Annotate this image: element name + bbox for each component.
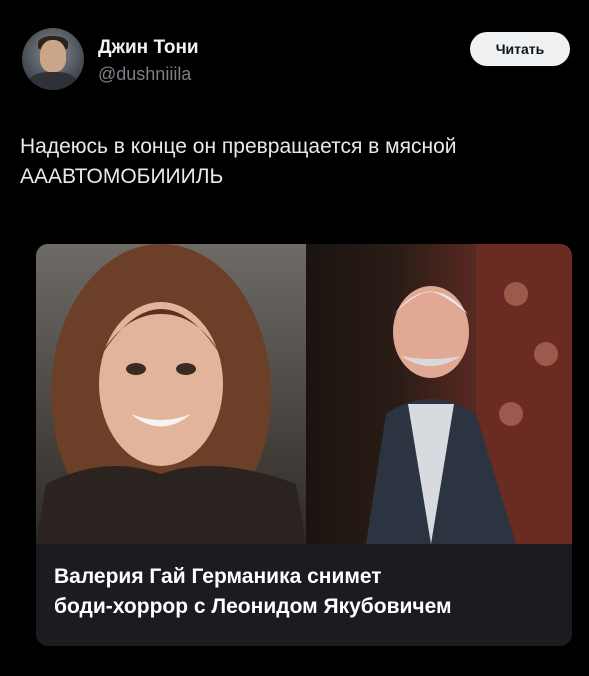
caption-line-2: боди-хоррор с Леонидом Якубовичем [54,595,452,618]
caption-line-1: Валерия Гай Германика снимет [54,565,382,588]
media-caption-box: Валерия Гай Германика снимет боди-хоррор… [36,544,572,646]
tweet-text-line-2: АААВТОМОБИИИЛЬ [20,165,224,188]
media-caption: Валерия Гай Германика снимет боди-хоррор… [54,562,554,622]
media-card[interactable]: Валерия Гай Германика снимет боди-хоррор… [36,244,572,646]
photo-woman [36,244,306,544]
avatar-face [40,40,66,72]
avatar-body [28,72,78,90]
tweet-header: Джин Тони @dushniiila Читать [22,28,570,94]
man-portrait-illustration [366,244,572,544]
user-avatar[interactable] [22,28,84,90]
woman-portrait-illustration [36,244,306,544]
user-display-name[interactable]: Джин Тони [98,37,199,59]
user-handle[interactable]: @dushniiila [98,64,191,85]
tweet-text: Надеюсь в конце он превращается в мясной… [20,132,570,192]
photo-man [306,244,572,544]
tweet-text-line-1: Надеюсь в конце он превращается в мясной [20,135,457,158]
follow-button[interactable]: Читать [470,32,570,66]
